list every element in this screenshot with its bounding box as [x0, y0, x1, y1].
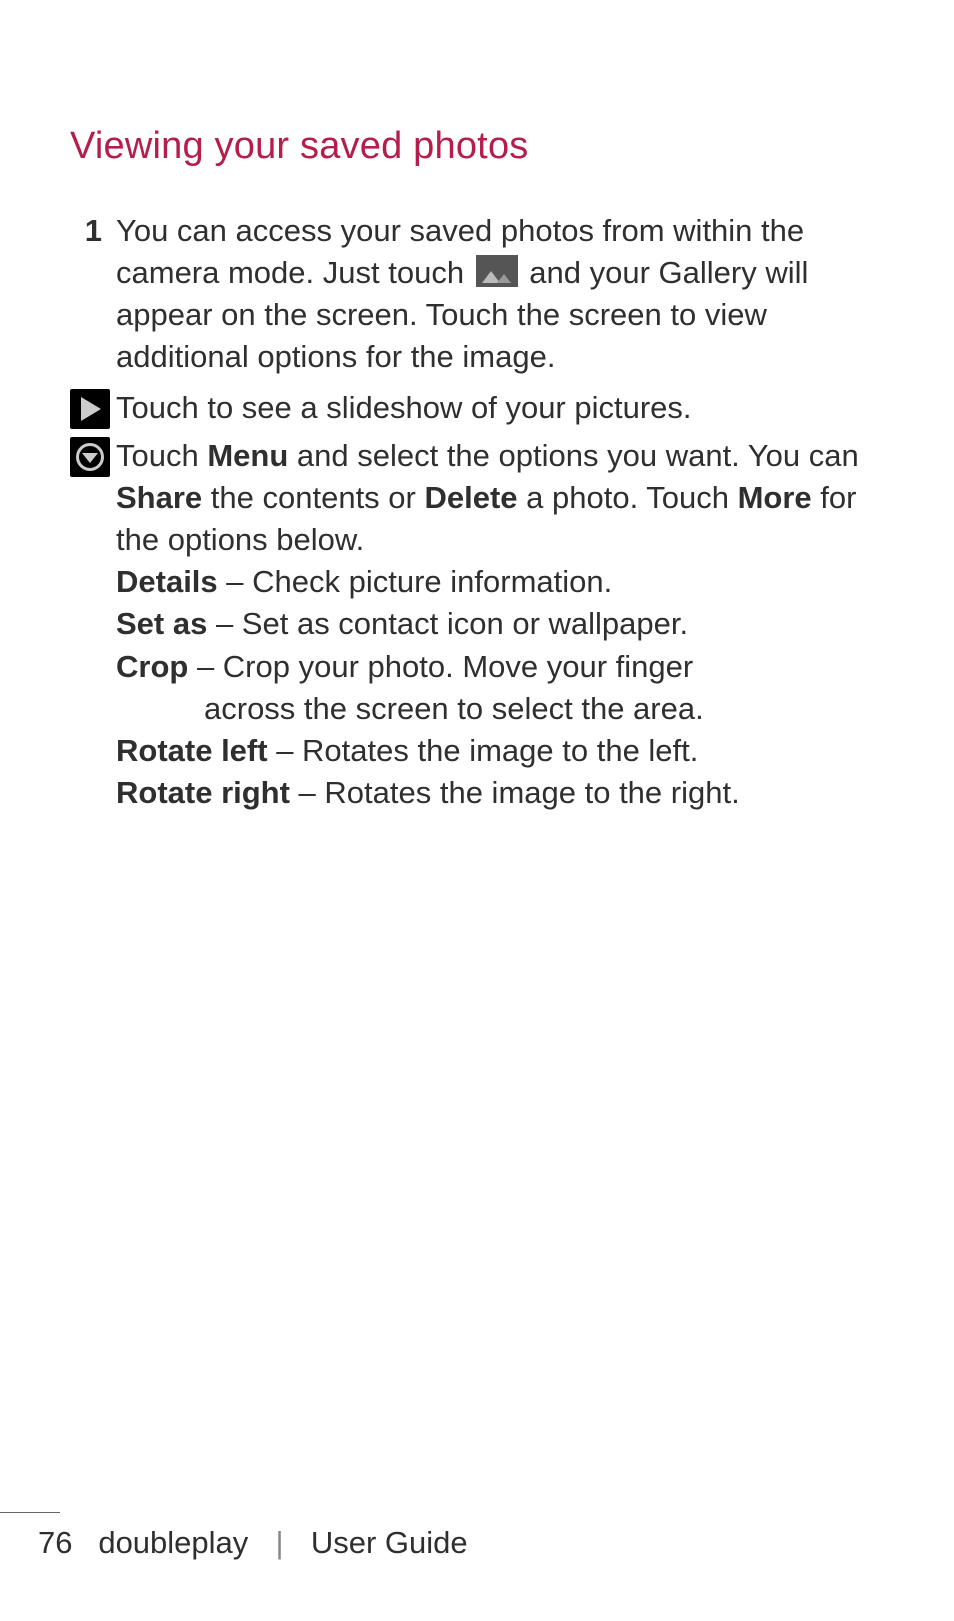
t: and select the options you want. You can [288, 438, 858, 473]
t: a photo. Touch [518, 480, 738, 515]
step-body: You can access your saved photos from wi… [116, 210, 884, 379]
step-1: 1 You can access your saved photos from … [70, 210, 884, 379]
label: Rotate left [116, 733, 268, 768]
label: Rotate right [116, 775, 290, 810]
footer-rule [0, 1512, 60, 1513]
menu-row: Touch Menu and select the options you wa… [70, 435, 884, 561]
step-number: 1 [70, 210, 102, 379]
options-block: Details – Check picture information. Set… [116, 561, 884, 814]
slideshow-text: Touch to see a slideshow of your picture… [116, 387, 884, 429]
section-heading: Viewing your saved photos [70, 125, 884, 168]
footer-text: 76 doubleplay | User Guide [0, 1525, 954, 1561]
desc: – Rotates the image to the right. [290, 775, 740, 810]
desc: – Rotates the image to the left. [268, 733, 699, 768]
play-icon [70, 389, 110, 429]
icon-cell [70, 435, 116, 561]
desc: – Set as contact icon or wallpaper. [207, 606, 688, 641]
desc: – Crop your photo. Move your finger [188, 649, 693, 684]
menu-text: Touch Menu and select the options you wa… [116, 435, 884, 561]
menu-bold: Menu [207, 438, 288, 473]
option-set-as: Set as – Set as contact icon or wallpape… [116, 603, 884, 645]
guide-label: User Guide [311, 1525, 468, 1560]
page-number: 76 [38, 1525, 72, 1560]
t: the contents or [202, 480, 424, 515]
option-crop: Crop – Crop your photo. Move your finger [116, 646, 884, 688]
option-details: Details – Check picture information. [116, 561, 884, 603]
gallery-icon [476, 255, 518, 287]
option-crop-cont: across the screen to select the area. [116, 688, 884, 730]
label: Crop [116, 649, 188, 684]
product-name: doubleplay [98, 1525, 248, 1560]
menu-dropdown-icon [70, 437, 110, 477]
icon-cell [70, 387, 116, 429]
desc: – Check picture information. [218, 564, 613, 599]
label: Details [116, 564, 218, 599]
slideshow-row: Touch to see a slideshow of your picture… [70, 387, 884, 429]
share-bold: Share [116, 480, 202, 515]
footer-separator: | [276, 1525, 284, 1560]
option-rotate-right: Rotate right – Rotates the image to the … [116, 772, 884, 814]
t: Touch [116, 438, 207, 473]
option-rotate-left: Rotate left – Rotates the image to the l… [116, 730, 884, 772]
more-bold: More [738, 480, 812, 515]
page-content: Viewing your saved photos 1 You can acce… [0, 0, 954, 814]
label: Set as [116, 606, 207, 641]
page-footer: 76 doubleplay | User Guide [0, 1512, 954, 1561]
delete-bold: Delete [424, 480, 517, 515]
